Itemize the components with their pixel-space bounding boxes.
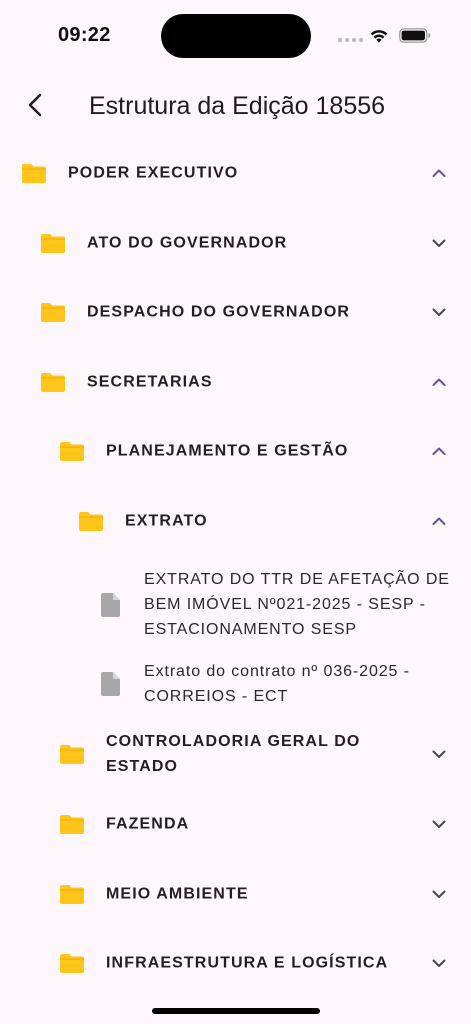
tree-item-label: PLANEJAMENTO E GESTÃO xyxy=(106,442,349,460)
tree-item-fazenda[interactable]: FAZENDA xyxy=(0,790,471,860)
tree-item-infraestrutura-e-logistica[interactable]: INFRAESTRUTURA E LOGÍSTICA xyxy=(0,929,471,999)
chevron-up-icon[interactable] xyxy=(431,513,447,529)
document-item[interactable]: Extrato do contrato nº 036-2025 - CORREI… xyxy=(0,650,471,718)
document-item[interactable]: EXTRATO DO TTR DE AFETAÇÃO DE BEM IMÓVEL… xyxy=(0,556,471,650)
dynamic-island xyxy=(161,14,311,58)
folder-icon xyxy=(60,884,84,904)
tree-item-extrato[interactable]: EXTRATO xyxy=(0,486,471,556)
folder-icon xyxy=(41,233,65,253)
chevron-down-icon[interactable] xyxy=(431,955,447,971)
edition-structure-tree: PODER EXECUTIVO ATO DO GOVERNADOR DESPAC… xyxy=(0,138,471,998)
tree-item-label: ATO DO GOVERNADOR xyxy=(87,234,288,252)
tree-item-ato-do-governador[interactable]: ATO DO GOVERNADOR xyxy=(0,208,471,278)
chevron-down-icon[interactable] xyxy=(431,746,447,762)
chevron-down-icon[interactable] xyxy=(431,816,447,832)
home-indicator[interactable] xyxy=(152,1008,320,1014)
back-button[interactable] xyxy=(18,88,52,122)
folder-icon xyxy=(41,372,65,392)
chevron-up-icon[interactable] xyxy=(431,374,447,390)
tree-item-planejamento-e-gestao[interactable]: PLANEJAMENTO E GESTÃO xyxy=(0,417,471,487)
tree-item-label: DESPACHO DO GOVERNADOR xyxy=(87,303,351,321)
tree-item-despacho-do-governador[interactable]: DESPACHO DO GOVERNADOR xyxy=(0,278,471,348)
chevron-up-icon[interactable] xyxy=(431,165,447,181)
document-icon xyxy=(101,592,120,617)
page-title: Estrutura da Edição 18556 xyxy=(89,92,386,120)
battery-icon xyxy=(399,28,431,43)
status-bar: 09:22 xyxy=(0,0,471,70)
chevron-left-icon xyxy=(28,93,42,117)
tree-item-label: SECRETARIAS xyxy=(87,373,213,391)
tree-item-secretarias[interactable]: SECRETARIAS xyxy=(0,347,471,417)
status-time: 09:22 xyxy=(58,24,111,46)
chevron-down-icon[interactable] xyxy=(431,235,447,251)
tree-item-label: CONTROLADORIA GERAL DO ESTADO xyxy=(106,732,361,775)
tree-item-label: PODER EXECUTIVO xyxy=(68,164,239,182)
app-bar: Estrutura da Edição 18556 xyxy=(0,70,471,142)
tree-item-label: EXTRATO xyxy=(125,512,208,530)
tree-item-label: INFRAESTRUTURA E LOGÍSTICA xyxy=(106,954,389,972)
folder-icon xyxy=(41,303,65,323)
folder-icon xyxy=(60,954,84,974)
wifi-icon xyxy=(370,30,388,43)
chevron-down-icon[interactable] xyxy=(431,886,447,902)
folder-icon xyxy=(79,511,103,531)
tree-item-label: FAZENDA xyxy=(106,815,190,833)
document-icon xyxy=(101,671,120,696)
tree-item-meio-ambiente[interactable]: MEIO AMBIENTE xyxy=(0,859,471,929)
chevron-down-icon[interactable] xyxy=(431,304,447,320)
chevron-up-icon[interactable] xyxy=(431,443,447,459)
folder-icon xyxy=(60,744,84,764)
document-title: Extrato do contrato nº 036-2025 - CORREI… xyxy=(144,662,410,705)
tree-item-poder-executivo[interactable]: PODER EXECUTIVO xyxy=(0,138,471,208)
tree-item-controladoria-geral-do-estado[interactable]: CONTROLADORIA GERAL DO ESTADO xyxy=(0,718,471,790)
tree-item-label: MEIO AMBIENTE xyxy=(106,885,249,903)
cellular-dots-icon xyxy=(338,38,363,42)
folder-icon xyxy=(22,164,46,183)
folder-icon xyxy=(60,815,84,835)
document-title: EXTRATO DO TTR DE AFETAÇÃO DE BEM IMÓVEL… xyxy=(144,570,450,638)
folder-icon xyxy=(60,442,84,462)
